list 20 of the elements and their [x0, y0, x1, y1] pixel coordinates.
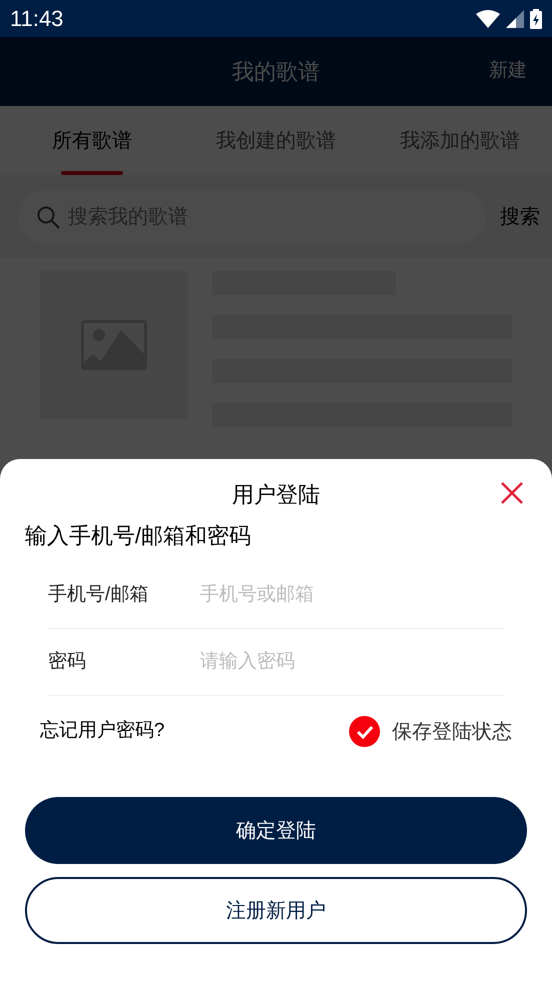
remember-label: 保存登陆状态: [392, 720, 512, 744]
checkbox[interactable]: [349, 716, 380, 747]
input-field[interactable]: 手机号或邮箱: [200, 580, 504, 610]
new-button[interactable]: 新建: [489, 57, 527, 86]
status-time: 11:43: [10, 5, 64, 33]
app-title: 我的歌谱: [232, 58, 320, 86]
input-field[interactable]: 请输入密码: [200, 648, 504, 676]
login-button[interactable]: 确定登陆: [25, 797, 527, 864]
sheet-title: 用户登陆: [232, 480, 320, 508]
register-button[interactable]: 注册新用户: [25, 877, 527, 944]
forgot-password-link[interactable]: 忘记用户密码?: [40, 717, 165, 746]
sheet-heading: 输入手机号/邮箱和密码: [24, 522, 252, 550]
signal-icon: [506, 10, 524, 28]
field-label: 手机号/邮箱: [48, 582, 150, 607]
check-icon: [356, 724, 374, 738]
battery-icon: [530, 8, 542, 28]
search-button[interactable]: 搜索: [500, 202, 540, 232]
close-button[interactable]: [500, 481, 524, 505]
wifi-icon: [476, 10, 500, 28]
field-label: 密码: [48, 650, 87, 674]
